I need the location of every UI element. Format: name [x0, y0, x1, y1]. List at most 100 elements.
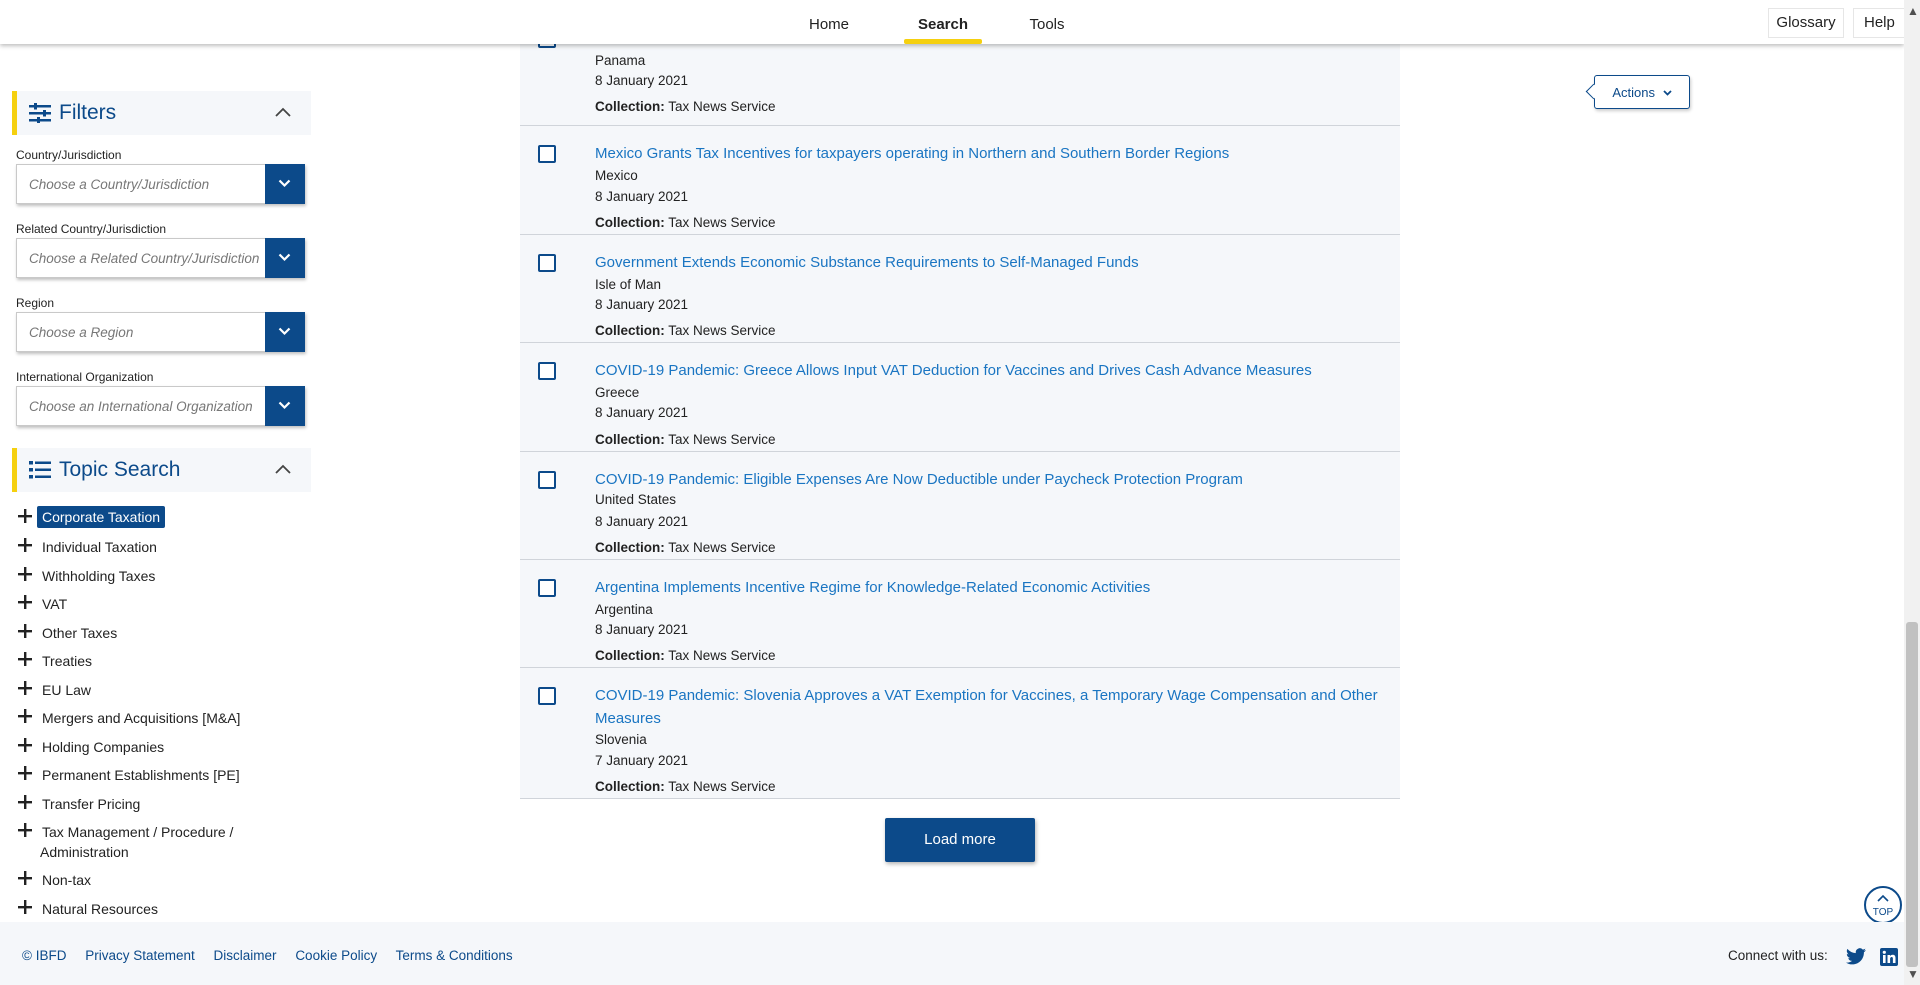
plus-icon[interactable]	[18, 871, 32, 885]
topic-label: Withholding Taxes	[42, 568, 156, 584]
result-collection: Collection: Tax News Service	[595, 432, 776, 447]
result-collection: Collection: Tax News Service	[595, 323, 776, 338]
topic-label: Corporate Taxation	[37, 506, 166, 528]
chevron-down-icon	[278, 327, 291, 336]
result-title-link[interactable]: COVID-19 Pandemic: Slovenia Approves a V…	[595, 684, 1385, 730]
topic-label: Transfer Pricing	[42, 796, 141, 812]
filters-panel-header[interactable]: Filters	[12, 91, 311, 135]
result-location: Mexico	[595, 168, 638, 183]
intl-org-label: International Organization	[16, 370, 154, 384]
related-country-dropdown-button[interactable]	[265, 238, 305, 278]
country-dropdown-button[interactable]	[265, 164, 305, 204]
result-checkbox[interactable]	[538, 687, 556, 705]
intl-org-dropdown-button[interactable]	[265, 386, 305, 426]
result-date: 7 January 2021	[595, 753, 689, 768]
collection-label: Collection:	[595, 323, 665, 338]
scroll-down-icon[interactable]: ▼	[1907, 967, 1919, 981]
country-label: Country/Jurisdiction	[16, 148, 122, 162]
topic-label: Other Taxes	[42, 625, 118, 641]
topic-label: Treaties	[42, 653, 93, 669]
page-scrollbar[interactable]: ▲ ▼	[1904, 0, 1920, 985]
terms-link[interactable]: Terms & Conditions	[396, 948, 513, 963]
topic-search-panel-header[interactable]: Topic Search	[12, 448, 311, 492]
nav-home[interactable]: Home	[786, 0, 872, 44]
connect-text: Connect with us:	[1728, 948, 1828, 963]
intl-org-select[interactable]: Choose an International Organization	[16, 386, 305, 426]
topic-label: Mergers and Acquisitions [M&A]	[42, 710, 241, 726]
cookie-policy-link[interactable]: Cookie Policy	[295, 948, 377, 963]
chevron-up-icon[interactable]	[275, 464, 291, 474]
region-select[interactable]: Choose a Region	[16, 312, 305, 352]
top-navigation-bar: Home Search Tools Glossary Help	[0, 0, 1919, 44]
footer: © IBFD Privacy Statement Disclaimer Cook…	[0, 922, 1904, 985]
result-checkbox[interactable]	[538, 145, 556, 163]
actions-dropdown[interactable]: Actions	[1594, 75, 1690, 109]
nav-tools[interactable]: Tools	[1004, 0, 1090, 44]
collection-label: Collection:	[595, 779, 665, 794]
result-collection: Collection: Tax News Service	[595, 540, 776, 555]
plus-icon[interactable]	[18, 738, 32, 752]
result-row: COVID-19 Pandemic: Eligible Expenses Are…	[520, 452, 1400, 560]
topic-label: Permanent Establishments [PE]	[42, 767, 240, 783]
disclaimer-link[interactable]: Disclaimer	[214, 948, 277, 963]
collection-value: Tax News Service	[668, 323, 776, 338]
plus-icon[interactable]	[18, 595, 32, 609]
copyright-text: © IBFD	[22, 948, 67, 963]
collection-value: Tax News Service	[668, 540, 776, 555]
collection-value: Tax News Service	[668, 779, 776, 794]
plus-icon[interactable]	[18, 766, 32, 780]
topic-label: Individual Taxation	[42, 539, 157, 555]
topic-label: Non-tax	[42, 872, 92, 888]
region-dropdown-button[interactable]	[265, 312, 305, 352]
plus-icon[interactable]	[18, 681, 32, 695]
plus-icon[interactable]	[18, 900, 32, 914]
result-date: 8 January 2021	[595, 189, 689, 204]
result-row: COVID-19 Pandemic: Slovenia Approves a V…	[520, 668, 1400, 799]
result-checkbox[interactable]	[538, 254, 556, 272]
intl-org-placeholder: Choose an International Organization	[29, 399, 253, 414]
result-title-link[interactable]: COVID-19 Pandemic: Greece Allows Input V…	[595, 359, 1385, 382]
collection-value: Tax News Service	[668, 432, 776, 447]
topic-label: Natural Resources	[42, 901, 158, 917]
plus-icon[interactable]	[18, 709, 32, 723]
privacy-link[interactable]: Privacy Statement	[85, 948, 195, 963]
nav-search[interactable]: Search	[894, 0, 992, 44]
result-title-link[interactable]: Mexico Grants Tax Incentives for taxpaye…	[595, 142, 1385, 165]
result-title-link[interactable]: Government Extends Economic Substance Re…	[595, 251, 1385, 274]
collection-label: Collection:	[595, 648, 665, 663]
result-checkbox[interactable]	[538, 471, 556, 489]
plus-icon[interactable]	[18, 823, 32, 837]
plus-icon[interactable]	[18, 795, 32, 809]
collection-value: Tax News Service	[668, 648, 776, 663]
result-title-link[interactable]: COVID-19 Pandemic: Eligible Expenses Are…	[595, 468, 1385, 491]
plus-icon[interactable]	[18, 652, 32, 666]
plus-icon[interactable]	[18, 509, 32, 523]
chevron-up-icon[interactable]	[275, 107, 291, 117]
result-checkbox[interactable]	[538, 579, 556, 597]
result-date: 8 January 2021	[595, 297, 689, 312]
region-placeholder: Choose a Region	[29, 325, 134, 340]
sliders-icon	[29, 103, 51, 123]
result-row: Government Extends Economic Substance Re…	[520, 235, 1400, 343]
country-select[interactable]: Choose a Country/Jurisdiction	[16, 164, 305, 204]
result-checkbox[interactable]	[538, 362, 556, 380]
list-icon	[29, 461, 51, 479]
linkedin-icon[interactable]	[1880, 948, 1898, 966]
main-nav: Home Search Tools	[786, 0, 1090, 44]
plus-icon[interactable]	[18, 538, 32, 552]
back-to-top-button[interactable]: TOP	[1864, 886, 1902, 924]
collection-label: Collection:	[595, 432, 665, 447]
glossary-button[interactable]: Glossary	[1768, 8, 1844, 38]
result-title-link[interactable]: Argentina Implements Incentive Regime fo…	[595, 576, 1385, 599]
plus-icon[interactable]	[18, 567, 32, 581]
scroll-up-icon[interactable]: ▲	[1907, 4, 1919, 18]
twitter-icon[interactable]	[1846, 948, 1866, 965]
result-location: United States	[595, 492, 677, 507]
result-location: Greece	[595, 385, 640, 400]
scrollbar-thumb[interactable]	[1906, 622, 1918, 967]
related-country-select[interactable]: Choose a Related Country/Jurisdiction	[16, 238, 305, 278]
plus-icon[interactable]	[18, 624, 32, 638]
related-country-placeholder: Choose a Related Country/Jurisdiction	[29, 251, 260, 266]
load-more-button[interactable]: Load more	[885, 818, 1035, 862]
result-location: Panama	[595, 53, 646, 68]
